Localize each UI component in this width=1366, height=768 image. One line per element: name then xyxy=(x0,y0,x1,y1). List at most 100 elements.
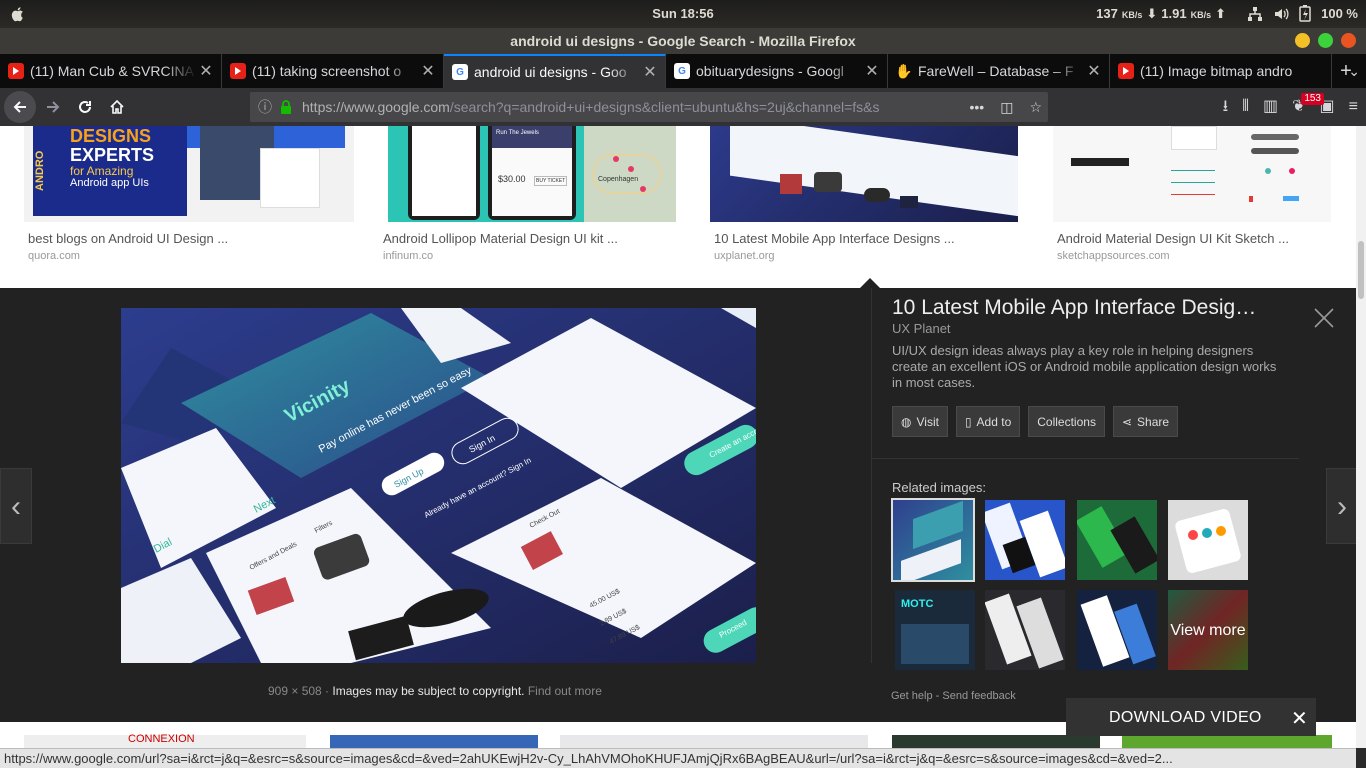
related-image[interactable] xyxy=(985,500,1065,580)
collections-button[interactable]: Collections xyxy=(1028,406,1105,437)
add-to-label: Add to xyxy=(976,414,1012,429)
bookmark-star-icon[interactable]: ☆ xyxy=(1029,92,1042,122)
globe-icon: ◍ xyxy=(901,414,912,429)
result-thumbnail[interactable] xyxy=(1122,735,1332,748)
send-feedback-link[interactable]: Send feedback xyxy=(942,690,1015,702)
result-thumbnail[interactable] xyxy=(892,735,1100,748)
menu-icon[interactable]: ≡ xyxy=(1349,88,1358,126)
network-icon[interactable] xyxy=(1247,6,1263,22)
scrollbar-thumb[interactable] xyxy=(1358,241,1364,299)
lock-icon[interactable] xyxy=(280,100,292,114)
get-help-link[interactable]: Get help xyxy=(891,690,933,702)
close-window-button[interactable] xyxy=(1341,33,1356,48)
close-icon[interactable]: ✕ xyxy=(419,61,437,81)
close-icon[interactable] xyxy=(1312,306,1336,330)
related-image[interactable] xyxy=(891,498,975,582)
tab-image-bitmap[interactable]: (11) Image bitmap andro xyxy=(1110,54,1332,88)
close-icon[interactable]: ✕ xyxy=(641,62,659,82)
thumb-side-text: ANDRO xyxy=(34,150,46,192)
thumb-text: Copenhagen xyxy=(598,176,639,183)
related-image[interactable] xyxy=(1077,500,1157,580)
thumb-text: Run The Jewels xyxy=(492,126,572,148)
result-thumbnail[interactable]: Run The Jewels $30.00 BUY TICKET Copenha… xyxy=(388,126,676,222)
next-image-button[interactable]: › xyxy=(1326,468,1356,544)
youtube-icon xyxy=(8,63,24,79)
result-title[interactable]: 10 Latest Mobile App Interface Designs .… xyxy=(714,231,955,246)
thumb-text: Android app UIs xyxy=(70,177,149,189)
close-icon[interactable]: ✕ xyxy=(863,61,881,81)
selected-caret xyxy=(860,278,880,288)
volume-icon[interactable] xyxy=(1273,6,1289,22)
notification-badge: 153 xyxy=(1301,93,1324,105)
tab-taking-screenshot[interactable]: (11) taking screenshot o ✕ xyxy=(222,54,444,88)
battery-icon[interactable] xyxy=(1299,5,1311,22)
minimize-button[interactable] xyxy=(1295,33,1310,48)
home-button[interactable] xyxy=(102,92,132,122)
detail-source[interactable]: UX Planet xyxy=(892,321,951,336)
forward-button[interactable] xyxy=(38,92,68,122)
result-domain: infinum.co xyxy=(383,250,434,262)
maximize-button[interactable] xyxy=(1318,33,1333,48)
status-bar-url: https://www.google.com/url?sa=i&rct=j&q=… xyxy=(0,748,1356,768)
close-icon[interactable]: ✕ xyxy=(1085,61,1103,81)
previous-image-button[interactable]: ‹ xyxy=(0,468,32,544)
arrow-left-icon xyxy=(13,101,26,113)
result-thumbnail[interactable] xyxy=(1053,126,1331,222)
url-bar[interactable]: ⓘ https://www.google.com/search?q=androi… xyxy=(250,92,1048,122)
related-image[interactable]: MOTC xyxy=(895,590,975,670)
result-thumbnail[interactable]: ANDRO DESIGNS EXPERTS for Amazing Androi… xyxy=(24,126,354,222)
sidebar-icon[interactable]: ▥ xyxy=(1263,88,1278,126)
upload-unit: KB/s xyxy=(1190,10,1212,20)
detail-title[interactable]: 10 Latest Mobile App Interface Desig… xyxy=(892,296,1256,320)
page-actions-icon[interactable]: ••• xyxy=(969,92,984,122)
arrow-down-icon: ⬇ xyxy=(1146,6,1158,21)
tab-obituarydesigns[interactable]: G obituarydesigns - Googl ✕ xyxy=(666,54,888,88)
download-video-bar[interactable]: DOWNLOAD VIDEO ✕ xyxy=(1066,698,1316,736)
add-to-button[interactable]: ▯ Add to xyxy=(955,406,1021,437)
page-scrollbar[interactable] xyxy=(1356,126,1366,748)
visit-button[interactable]: ◍ Visit xyxy=(892,406,948,437)
thumb-text: DESIGNS xyxy=(70,126,152,146)
section-divider xyxy=(871,458,1299,459)
back-button[interactable] xyxy=(4,91,36,123)
find-out-more-link[interactable]: Find out more xyxy=(528,684,602,698)
related-image[interactable] xyxy=(985,590,1065,670)
image-results-row: ANDRO DESIGNS EXPERTS for Amazing Androi… xyxy=(0,126,1356,288)
preview-image[interactable]: Vicinity Pay online has never been so ea… xyxy=(121,308,756,663)
result-thumbnail[interactable]: CONNEXION xyxy=(24,733,306,748)
upload-speed: 1.91 xyxy=(1161,6,1187,21)
tab-man-cub[interactable]: (11) Man Cub & SVRCINA ✕ xyxy=(0,54,222,88)
pocket-icon[interactable]: ◫ xyxy=(1000,92,1013,122)
result-domain: sketchappsources.com xyxy=(1057,250,1170,262)
downloads-icon[interactable]: ⭳ xyxy=(1223,88,1229,126)
url-path: /search?q=android+ui+designs&client=ubun… xyxy=(449,99,880,115)
download-video-label[interactable]: DOWNLOAD VIDEO xyxy=(1109,709,1262,727)
arrow-up-icon: ⬆ xyxy=(1215,6,1226,21)
view-more-tile[interactable]: View more xyxy=(1168,590,1248,670)
network-speed[interactable]: 137 KB/s ⬇ 1.91 KB/s ⬆ xyxy=(1096,6,1226,22)
result-thumbnail[interactable] xyxy=(710,126,1018,222)
related-image[interactable] xyxy=(1168,500,1248,580)
share-button[interactable]: ⋖ Share xyxy=(1112,406,1179,437)
info-icon[interactable]: ⓘ xyxy=(258,92,272,122)
result-title[interactable]: best blogs on Android UI Design ... xyxy=(28,231,228,246)
result-thumbnail[interactable] xyxy=(330,735,538,748)
result-title[interactable]: Android Lollipop Material Design UI kit … xyxy=(383,231,618,246)
related-image[interactable] xyxy=(1077,590,1157,670)
reload-icon xyxy=(79,101,91,113)
visit-label: Visit xyxy=(916,414,939,429)
tab-android-ui-designs[interactable]: G android ui designs - Goo ✕ xyxy=(444,54,666,88)
collections-label: Collections xyxy=(1037,414,1096,429)
reload-button[interactable] xyxy=(70,92,100,122)
library-icon[interactable]: ⫴ xyxy=(1242,88,1249,126)
thumb-text: EXPERTS xyxy=(70,145,155,165)
result-thumbnail[interactable] xyxy=(560,735,868,748)
close-icon[interactable]: ✕ xyxy=(1291,706,1308,731)
detail-actions: ◍ Visit ▯ Add to Collections ⋖ Share xyxy=(892,406,1179,437)
result-title[interactable]: Android Material Design UI Kit Sketch ..… xyxy=(1057,231,1289,246)
close-icon[interactable]: ✕ xyxy=(197,61,215,81)
tab-farewell-database[interactable]: ✋ FareWell – Database – F ✕ xyxy=(888,54,1110,88)
result-domain: quora.com xyxy=(28,250,80,262)
list-all-tabs-icon[interactable]: ⌄ xyxy=(1348,54,1360,88)
tab-label: (11) taking screenshot o xyxy=(252,63,402,79)
